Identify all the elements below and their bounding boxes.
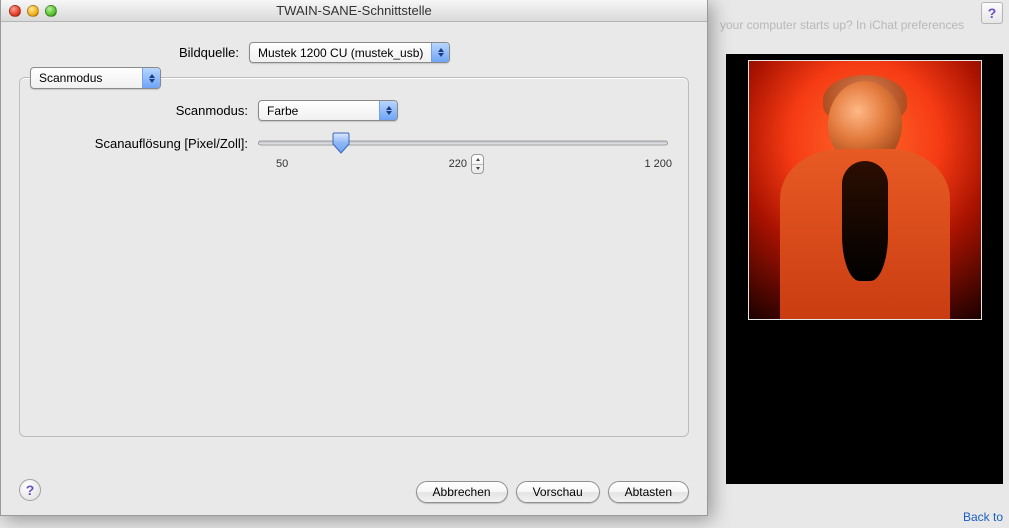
preview-button-label: Vorschau <box>533 485 583 499</box>
twain-dialog: TWAIN-SANE-Schnittstelle Bildquelle: Mus… <box>0 0 708 516</box>
scan-preview-panel <box>726 54 1003 484</box>
back-link[interactable]: Back to <box>963 510 1003 524</box>
source-select-value: Mustek 1200 CU (mustek_usb) <box>250 46 431 60</box>
resolution-value: 220 <box>449 158 467 170</box>
stepper-up-icon <box>472 155 483 164</box>
resolution-max: 1 200 <box>644 158 672 170</box>
resolution-slider[interactable] <box>258 135 668 151</box>
scan-button[interactable]: Abtasten <box>608 481 689 503</box>
zoom-button[interactable] <box>45 5 57 17</box>
stepper-down-icon <box>472 165 483 174</box>
window-title: TWAIN-SANE-Schnittstelle <box>1 3 707 18</box>
mode-select-value: Farbe <box>259 104 379 118</box>
tab-select-value: Scanmodus <box>31 71 142 85</box>
options-group: Scanmodus Scanmodus: Farbe Scanau <box>19 77 689 437</box>
cancel-button[interactable]: Abbrechen <box>416 481 508 503</box>
scan-preview-image <box>748 60 982 320</box>
updown-icon <box>142 68 160 88</box>
scan-button-label: Abtasten <box>625 485 672 499</box>
help-icon: ? <box>26 482 35 498</box>
cancel-button-label: Abbrechen <box>433 485 491 499</box>
source-label: Bildquelle: <box>19 45 249 60</box>
resolution-min: 50 <box>276 158 288 170</box>
slider-track <box>258 141 668 146</box>
tab-select[interactable]: Scanmodus <box>30 67 161 89</box>
close-button[interactable] <box>9 5 21 17</box>
preview-button[interactable]: Vorschau <box>516 481 600 503</box>
titlebar: TWAIN-SANE-Schnittstelle <box>1 0 707 22</box>
resolution-stepper[interactable] <box>471 154 484 174</box>
updown-icon <box>431 43 449 62</box>
minimize-button[interactable] <box>27 5 39 17</box>
dialog-help-button[interactable]: ? <box>19 479 41 501</box>
updown-icon <box>379 101 397 120</box>
mode-select[interactable]: Farbe <box>258 100 398 121</box>
mode-label: Scanmodus: <box>36 103 258 118</box>
source-select[interactable]: Mustek 1200 CU (mustek_usb) <box>249 42 450 63</box>
resolution-label: Scanauflösung [Pixel/Zoll]: <box>36 136 258 151</box>
bg-faded-text: your computer starts up? In iChat prefer… <box>720 18 1009 32</box>
slider-thumb[interactable] <box>332 132 350 150</box>
